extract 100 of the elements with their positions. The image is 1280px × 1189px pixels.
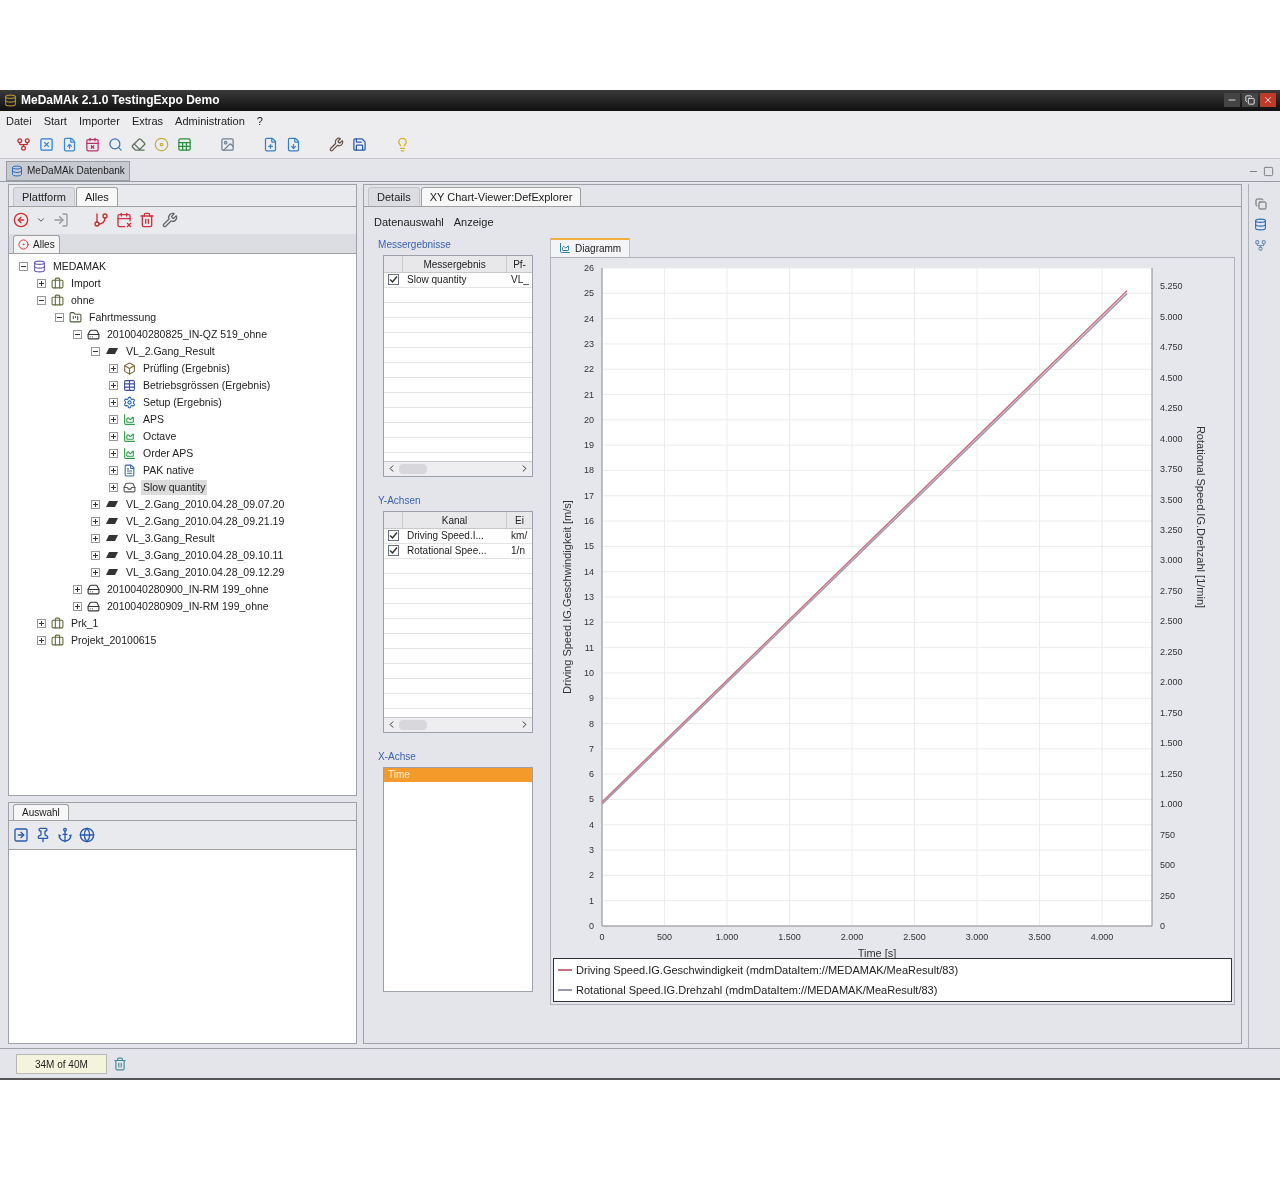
tree-item[interactable]: Prüfling (Ergebnis) [141,360,232,377]
save-icon[interactable] [352,136,367,152]
pin-icon[interactable] [35,826,51,843]
expand-toggle-icon[interactable] [109,482,118,492]
collapse-toggle-icon[interactable] [73,329,82,339]
tree-item[interactable]: Order APS [141,445,196,462]
tree-item[interactable]: Slow quantity [141,479,208,496]
tree-item[interactable]: 2010040280900_IN-RM 199_ohne [105,581,271,598]
minimize-button[interactable] [1224,93,1240,108]
collapse-toggle-icon[interactable] [19,261,28,271]
tree-item[interactable]: Betriebsgrössen (Ergebnis) [141,377,273,394]
scrollbar-thumb[interactable] [399,719,428,730]
expand-toggle-icon[interactable] [109,380,118,390]
section-link[interactable]: Datenauswahl [374,213,444,231]
file-add-icon[interactable] [263,136,278,152]
tree-item[interactable]: Prk_1 [69,615,101,632]
branch-icon[interactable] [93,212,109,229]
image-icon[interactable] [220,136,235,152]
collapse-toggle-icon[interactable] [91,346,100,356]
menu-item[interactable]: Extras [131,112,164,130]
search-icon[interactable] [108,136,123,152]
tree-item[interactable]: Fahrtmessung [87,309,159,326]
tab[interactable]: Diagramm [550,237,631,257]
expand-toggle-icon[interactable] [37,618,46,628]
tree-item[interactable]: VL_2.Gang_2010.04.28_09.07.20 [124,496,287,513]
tab[interactable]: Alles [76,186,118,206]
checkbox[interactable] [388,545,400,557]
tab[interactable]: Details [368,186,420,206]
fork-icon[interactable] [16,136,31,152]
eraser-icon[interactable] [131,136,146,152]
section-link[interactable]: Anzeige [453,213,494,231]
expand-toggle-icon[interactable] [91,499,100,509]
checkbox[interactable] [388,530,400,542]
tree-item[interactable]: VL_2.Gang_2010.04.28_09.21.19 [124,513,287,530]
expand-toggle-icon[interactable] [73,601,82,611]
spreadsheet-icon[interactable] [177,136,192,152]
expand-toggle-icon[interactable] [109,465,118,475]
tree-item[interactable]: VL_3.Gang_Result [124,530,217,547]
menu-item[interactable]: Datei [6,112,32,130]
tree-item[interactable]: PAK native [141,462,197,479]
scrollbar-thumb[interactable] [399,463,428,474]
menu-item[interactable]: Administration [175,112,245,130]
tree-item[interactable]: VL_3.Gang_2010.04.28_09.10.11 [124,547,286,564]
tree-item[interactable]: VL_3.Gang_2010.04.28_09.12.29 [124,564,287,581]
arrow-square-icon[interactable] [13,826,29,843]
expand-toggle-icon[interactable] [109,448,118,458]
tree-item[interactable]: 2010040280909_IN-RM 199_ohne [105,598,271,615]
tree-item[interactable]: VL_2.Gang_Result [124,343,217,360]
wrench-icon[interactable] [162,212,178,229]
expand-toggle-icon[interactable] [37,635,46,645]
menu-item[interactable]: ? [256,112,263,130]
tree-item[interactable]: Octave [141,428,179,445]
restore-button[interactable] [1242,93,1258,108]
menu-item[interactable]: Importer [78,112,120,130]
calendar-icon[interactable] [116,212,132,229]
trash-icon[interactable] [112,1056,127,1071]
tree-item[interactable]: Projekt_20100615 [69,632,159,649]
expand-toggle-icon[interactable] [73,584,82,594]
tree-item[interactable]: APS [141,411,166,428]
checkbox[interactable] [388,274,400,286]
collapse-toggle-icon[interactable] [37,295,46,305]
menu-item[interactable]: Start [43,112,67,130]
expand-toggle-icon[interactable] [91,516,100,526]
view-tab[interactable]: Alles [13,234,60,253]
tree-item[interactable]: MEDAMAK [51,258,109,275]
close-square-icon[interactable] [39,136,54,152]
close-button[interactable] [1260,93,1276,108]
tree-item[interactable]: Setup (Ergebnis) [141,394,224,411]
database-icon[interactable] [1254,217,1268,231]
globe-icon[interactable] [79,826,95,843]
expand-toggle-icon[interactable] [91,533,100,543]
anchor-icon[interactable] [57,826,73,843]
expand-toggle-icon[interactable] [109,363,118,373]
window-icon[interactable] [1254,197,1267,210]
calendar-icon[interactable] [85,136,100,152]
tab[interactable]: XY Chart-Viewer:DefExplorer [420,186,582,206]
trash-icon[interactable] [139,212,155,229]
expand-toggle-icon[interactable] [91,550,100,560]
tree-item[interactable]: ohne [69,292,97,309]
perspective-tab[interactable]: MeDaMAk Datenbank [6,160,130,181]
maximize-view-icon[interactable] [1263,165,1274,177]
tools-icon[interactable] [329,136,344,152]
horizontal-scrollbar[interactable] [384,460,533,476]
expand-toggle-icon[interactable] [91,567,100,577]
expand-toggle-icon[interactable] [109,414,118,424]
tab[interactable]: Plattform [13,186,75,206]
file-upload-icon[interactable] [62,136,77,152]
expand-toggle-icon[interactable] [109,431,118,441]
column-header[interactable]: Kanal [403,511,508,528]
expand-toggle-icon[interactable] [37,278,46,288]
tree-item[interactable]: 2010040280825_IN-QZ 519_ohne [105,326,269,343]
tab[interactable]: Auswahl [13,803,69,820]
expand-toggle-icon[interactable] [109,397,118,407]
column-header[interactable]: Messergebnis [403,255,508,272]
column-header[interactable]: Ei [507,511,533,528]
file-download-icon[interactable] [286,136,301,152]
fork-icon[interactable] [1254,238,1268,252]
column-header[interactable]: Pf- [507,255,533,272]
collapse-toggle-icon[interactable] [55,312,64,322]
horizontal-scrollbar[interactable] [384,716,533,732]
